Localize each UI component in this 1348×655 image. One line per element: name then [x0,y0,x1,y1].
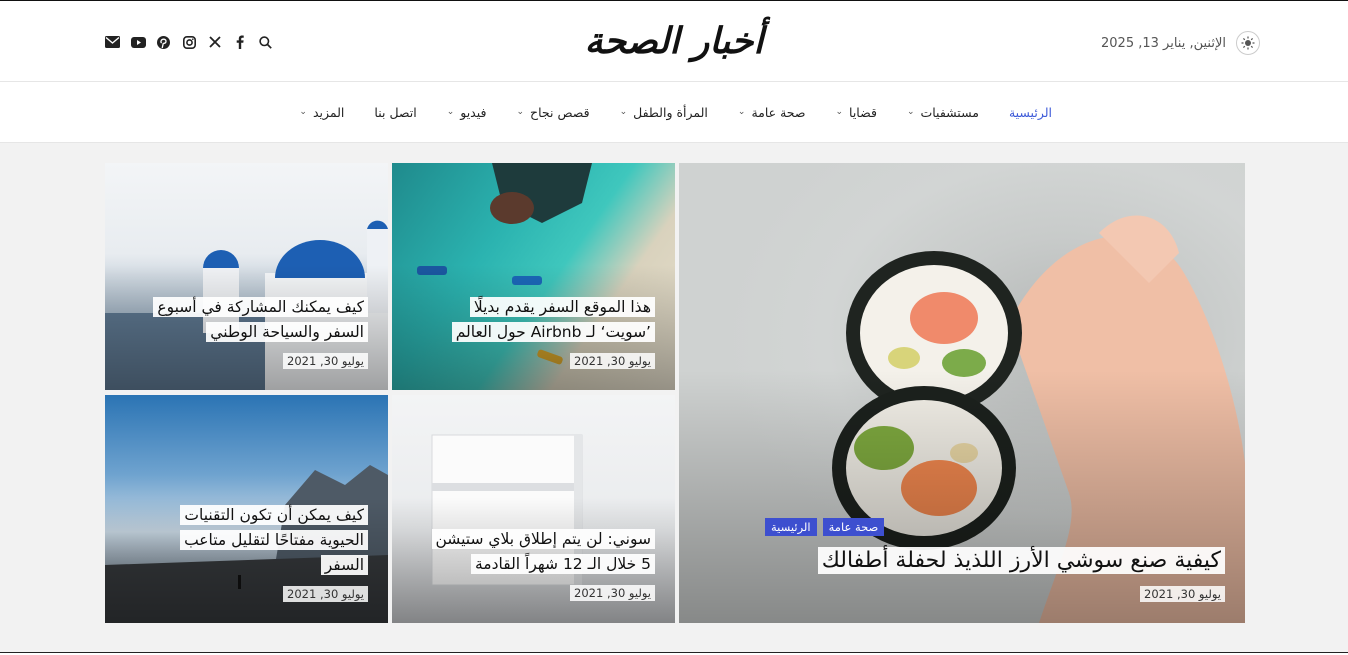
featured-post-date: يوليو 30, 2021 [1140,586,1225,602]
post-card[interactable]: كيف يمكنك المشاركة في أسبوع السفر والسيا… [105,163,388,390]
post-title-line: 5 خلال الـ 12 شهراً القادمة [470,554,655,574]
post-title-line: هذا الموقع السفر يقدم بديلًا [469,297,655,317]
post-date: يوليو 30, 2021 [283,353,368,369]
nav-item-women-children[interactable]: المرأة والطفل ⌄ [620,105,708,120]
post-card-text: كيف يمكن أن تكون التقنيات الحيوية مفتاحً… [138,503,368,602]
post-title-line: كيف يمكن أن تكون التقنيات [180,505,368,525]
current-date: الإثنين, يناير 13, 2025 [1101,35,1226,51]
post-title-line: ’سويت‘ لـ Airbnb حول العالم [451,322,655,342]
tag-home[interactable]: الرئيسية [765,518,817,536]
nav-item-success-stories[interactable]: قصص نجاح ⌄ [517,105,590,120]
nav-item-label: المرأة والطفل [633,104,708,120]
post-card-text: سوني: لن يتم إطلاق بلاي ستيشن 5 خلال الـ… [405,527,655,601]
featured-post-title[interactable]: كيفية صنع سوشي الأرز اللذيذ لحفلة أطفالك [765,544,1225,578]
nav-item-label: فيديو [460,104,487,120]
post-card-text: كيف يمكنك المشاركة في أسبوع السفر والسيا… [128,295,368,369]
nav-list: الرئيسية مستشفيات ⌄ قضايا ⌄ صحة عامة ⌄ المر… [299,82,1052,142]
tag-public-health[interactable]: صحة عامة [822,518,885,536]
nav-item-contact[interactable]: اتصل بنا [374,105,416,120]
main-nav: الرئيسية مستشفيات ⌄ قضايا ⌄ صحة عامة ⌄ المر… [0,82,1348,143]
post-date: يوليو 30, 2021 [570,353,655,369]
nav-item-label: قصص نجاح [530,104,590,120]
post-title[interactable]: سوني: لن يتم إطلاق بلاي ستيشن 5 خلال الـ… [405,527,655,577]
post-title[interactable]: كيف يمكنك المشاركة في أسبوع السفر والسيا… [128,295,368,345]
chevron-down-icon: ⌄ [619,107,628,117]
post-tags: الرئيسية صحة عامة [765,518,1225,536]
post-card[interactable]: كيف يمكن أن تكون التقنيات الحيوية مفتاحً… [105,395,388,623]
nav-item-label: مستشفيات [920,104,979,120]
nav-item-video[interactable]: فيديو ⌄ [447,105,487,120]
post-card[interactable]: سوني: لن يتم إطلاق بلاي ستيشن 5 خلال الـ… [392,395,675,623]
nav-item-hospitals[interactable]: مستشفيات ⌄ [907,105,979,120]
date-widget: الإثنين, يناير 13, 2025 [1101,31,1260,55]
chevron-down-icon: ⌄ [516,107,525,117]
chevron-down-icon: ⌄ [906,107,915,117]
post-card[interactable]: هذا الموقع السفر يقدم بديلًا ’سويت‘ لـ A… [392,163,675,390]
chevron-down-icon: ⌄ [835,107,844,117]
nav-item-issues[interactable]: قضايا ⌄ [835,105,876,120]
post-card-text: هذا الموقع السفر يقدم بديلًا ’سويت‘ لـ A… [415,295,655,369]
theme-toggle-sun-icon[interactable] [1236,31,1260,55]
site-header: أخبار الصحة الإثنين, يناير 13, 2025 [0,0,1348,82]
featured-post[interactable]: الرئيسية صحة عامة كيفية صنع سوشي الأرز ا… [679,163,1245,623]
nav-item-label: اتصل بنا [374,104,417,120]
post-title-line: السفر [320,555,368,575]
post-title-line: سوني: لن يتم إطلاق بلاي ستيشن [431,529,655,549]
chevron-down-icon: ⌄ [299,107,307,117]
nav-item-label: قضايا [849,104,877,120]
featured-post-text: الرئيسية صحة عامة كيفية صنع سوشي الأرز ا… [765,518,1225,602]
chevron-down-icon: ⌄ [737,107,746,117]
post-title-line: الحيوية مفتاحًا لتقليل متاعب [180,530,368,550]
nav-item-label: صحة عامة [751,104,806,120]
post-date: يوليو 30, 2021 [283,586,368,602]
post-title-line: السفر والسياحة الوطني [206,322,368,342]
nav-item-label: المزيد [312,104,345,120]
post-date: يوليو 30, 2021 [570,585,655,601]
post-title[interactable]: كيف يمكن أن تكون التقنيات الحيوية مفتاحً… [138,503,368,578]
post-title[interactable]: هذا الموقع السفر يقدم بديلًا ’سويت‘ لـ A… [415,295,655,345]
nav-item-label: الرئيسية [1008,104,1052,120]
nav-item-public-health[interactable]: صحة عامة ⌄ [738,105,806,120]
post-title-line: كيف يمكنك المشاركة في أسبوع [153,297,368,317]
nav-item-more[interactable]: المزيد ⌄ [299,105,344,120]
nav-item-home[interactable]: الرئيسية [1009,105,1052,120]
featured-grid: الرئيسية صحة عامة كيفية صنع سوشي الأرز ا… [105,163,1245,623]
featured-post-title-text: كيفية صنع سوشي الأرز اللذيذ لحفلة أطفالك [817,547,1225,574]
chevron-down-icon: ⌄ [446,107,455,117]
